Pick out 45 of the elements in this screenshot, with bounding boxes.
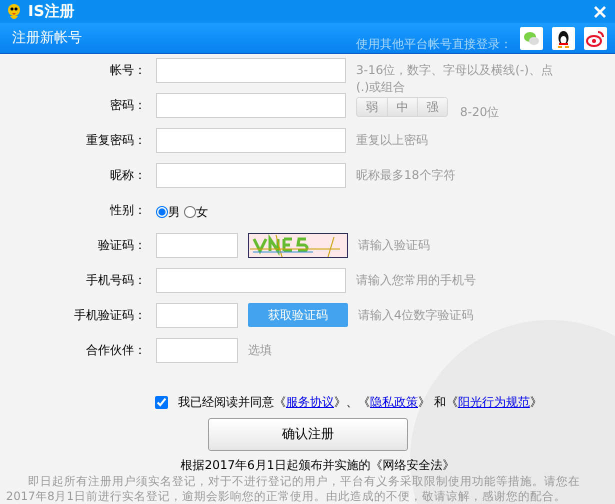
field-label: 昵称： — [109, 167, 147, 184]
radio-option[interactable]: 男 — [156, 203, 180, 221]
close-icon[interactable] — [593, 4, 607, 18]
agreement-link[interactable]: 隐私政策 — [370, 395, 418, 409]
input-field[interactable] — [156, 128, 346, 153]
field-label: 性别： — [108, 202, 147, 219]
field-label: 手机号码： — [85, 272, 147, 289]
agreement-text: 我已经阅读并同意《服务协议》、《隐私政策》 和《阳光行为规范》 — [178, 394, 542, 411]
hint-text: 请输入验证码 — [358, 237, 430, 254]
hint-text: 请输入您常用的手机号 — [356, 272, 477, 289]
hint-text: 3-16位，数字、字母以及横线(-)、点(.)或组合 — [356, 62, 554, 96]
notice-title: 根据2017年6月1日起颁布并实施的《网络安全法》 — [180, 457, 456, 474]
notice-text: 即日起所有注册用户须实名登记，对于不进行登记的用户，平台有义务采取限制使用功能等措施。请您在2017年8月1日前进行实名登记，逾期会影响您的正常使用。由此造成的不便，敬请谅解，感谢您的配合。 — [5, 474, 581, 504]
field-label: 重复密码： — [85, 132, 147, 149]
strength-level: 强 — [417, 98, 447, 116]
hint-text: 请输入4位数字验证码 — [358, 307, 474, 324]
hint-text: 昵称最多18个字符 — [356, 167, 456, 184]
field-label: 验证码： — [97, 237, 147, 254]
input-field[interactable] — [156, 268, 346, 293]
agreement-link[interactable]: 服务协议 — [286, 395, 334, 409]
hint-text: 8-20位 — [460, 104, 500, 121]
field-label: 手机验证码： — [73, 307, 147, 324]
strength-level: 中 — [387, 98, 417, 116]
radio-option[interactable]: 女 — [184, 203, 208, 221]
input-field[interactable] — [156, 338, 238, 363]
penguin-icon[interactable] — [552, 26, 575, 50]
field-label: 密码： — [109, 97, 147, 114]
field-label: 帐号： — [109, 62, 147, 79]
submit-button[interactable]: 确认注册 — [208, 418, 408, 451]
wechat-icon[interactable] — [520, 26, 543, 50]
input-field[interactable] — [156, 233, 238, 258]
header-title: 注册新帐号 — [12, 28, 82, 48]
agreement-checkbox[interactable] — [155, 396, 168, 408]
input-field[interactable] — [156, 163, 346, 188]
agreement-link[interactable]: 阳光行为规范 — [458, 395, 530, 409]
weibo-icon[interactable] — [584, 26, 607, 50]
input-field[interactable] — [156, 58, 346, 83]
hint-text: 重复以上密码 — [356, 132, 429, 149]
window-title: IS注册 — [28, 1, 74, 22]
field-label: 合作伙伴： — [85, 342, 147, 359]
social-login-label: 使用其他平台帐号直接登录： — [356, 36, 512, 53]
hint-text: 选填 — [248, 342, 272, 359]
strength-level: 弱 — [365, 99, 379, 116]
password-field[interactable] — [156, 93, 346, 118]
input-field[interactable] — [156, 303, 238, 328]
